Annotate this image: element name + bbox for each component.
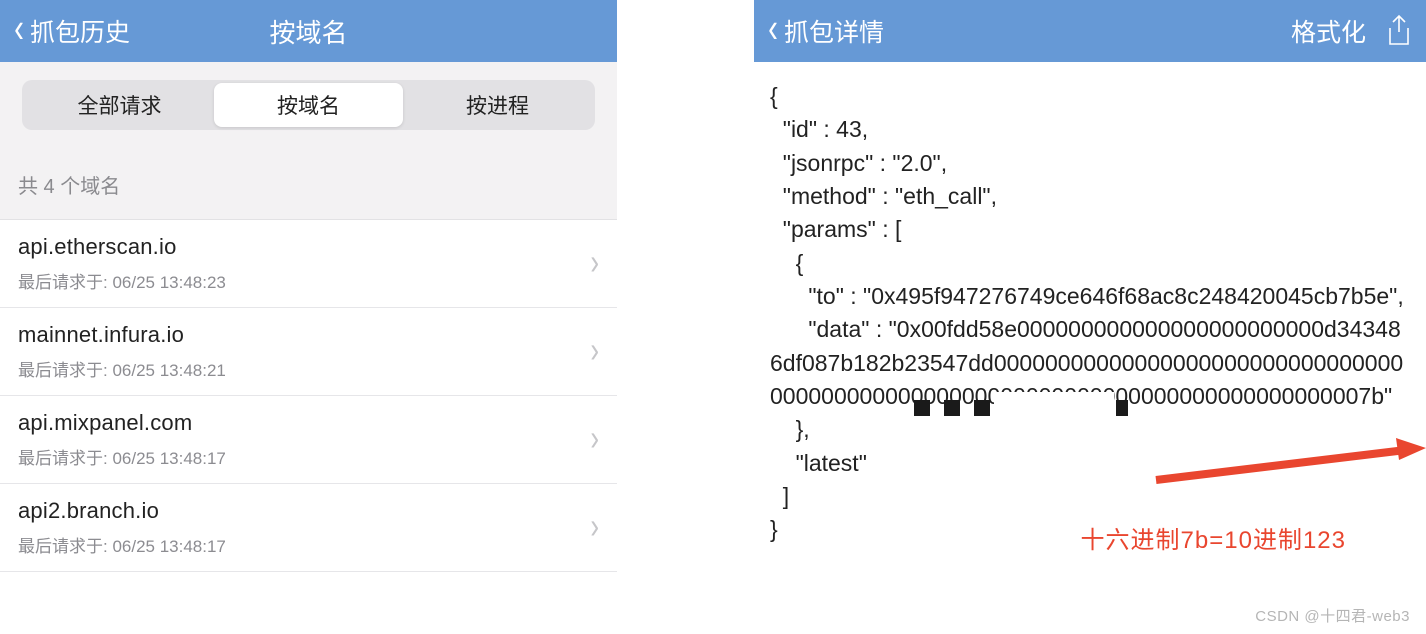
domain-list: api.etherscan.io 最后请求于: 06/25 13:48:23 ›… bbox=[0, 220, 617, 572]
panel-gap bbox=[617, 0, 754, 634]
chevron-right-icon: › bbox=[590, 416, 599, 459]
domain-last-request: 最后请求于: 06/25 13:48:23 bbox=[18, 268, 590, 293]
tab-by-domain[interactable]: 按域名 bbox=[214, 83, 403, 127]
history-panel: ‹ 抓包历史 按域名 全部请求 按域名 按进程 共 4 个域名 api.ethe… bbox=[0, 0, 617, 634]
list-item[interactable]: mainnet.infura.io 最后请求于: 06/25 13:48:21 … bbox=[0, 308, 617, 396]
redaction-block bbox=[944, 400, 960, 416]
list-item[interactable]: api.mixpanel.com 最后请求于: 06/25 13:48:17 › bbox=[0, 396, 617, 484]
chevron-right-icon: › bbox=[590, 240, 599, 283]
redaction-block bbox=[974, 400, 990, 416]
list-item[interactable]: api.etherscan.io 最后请求于: 06/25 13:48:23 › bbox=[0, 220, 617, 308]
watermark: CSDN @十四君-web3 bbox=[1255, 605, 1410, 626]
chevron-right-icon: › bbox=[590, 328, 599, 371]
back-button[interactable]: 抓包历史 bbox=[30, 13, 130, 49]
arrow-annotation-icon bbox=[1146, 430, 1426, 490]
list-item[interactable]: api2.branch.io 最后请求于: 06/25 13:48:17 › bbox=[0, 484, 617, 572]
back-chevron-icon[interactable]: ‹ bbox=[14, 7, 24, 49]
domain-last-request: 最后请求于: 06/25 13:48:21 bbox=[18, 356, 590, 381]
redaction-block bbox=[994, 392, 1114, 418]
domain-name: api.mixpanel.com bbox=[18, 410, 590, 436]
chevron-right-icon: › bbox=[590, 504, 599, 547]
domain-name: api.etherscan.io bbox=[18, 234, 590, 260]
segmented-control-wrap: 全部请求 按域名 按进程 bbox=[0, 62, 617, 148]
share-icon[interactable] bbox=[1384, 14, 1414, 48]
redaction-block bbox=[914, 400, 930, 416]
domain-last-request: 最后请求于: 06/25 13:48:17 bbox=[18, 532, 590, 557]
detail-panel: ‹ 抓包详情 格式化 { "id" : 43, "jsonrpc" : "2.0… bbox=[754, 0, 1426, 634]
domain-name: mainnet.infura.io bbox=[18, 322, 590, 348]
hex-annotation: 十六进制7b=10进制123 bbox=[1081, 520, 1346, 555]
domain-last-request: 最后请求于: 06/25 13:48:17 bbox=[18, 444, 590, 469]
domain-count-label: 共 4 个域名 bbox=[0, 148, 617, 220]
domain-name: api2.branch.io bbox=[18, 498, 590, 524]
segmented-control: 全部请求 按域名 按进程 bbox=[22, 80, 595, 130]
tab-by-process[interactable]: 按进程 bbox=[403, 83, 592, 127]
left-header: ‹ 抓包历史 按域名 bbox=[0, 0, 617, 62]
format-button[interactable]: 格式化 bbox=[1291, 13, 1366, 49]
tab-all-requests[interactable]: 全部请求 bbox=[25, 83, 214, 127]
right-header: ‹ 抓包详情 格式化 bbox=[754, 0, 1426, 62]
page-title: 按域名 bbox=[269, 13, 347, 50]
redaction-block bbox=[1116, 400, 1128, 416]
back-chevron-icon[interactable]: ‹ bbox=[768, 7, 778, 49]
back-button[interactable]: 抓包详情 bbox=[784, 13, 884, 49]
